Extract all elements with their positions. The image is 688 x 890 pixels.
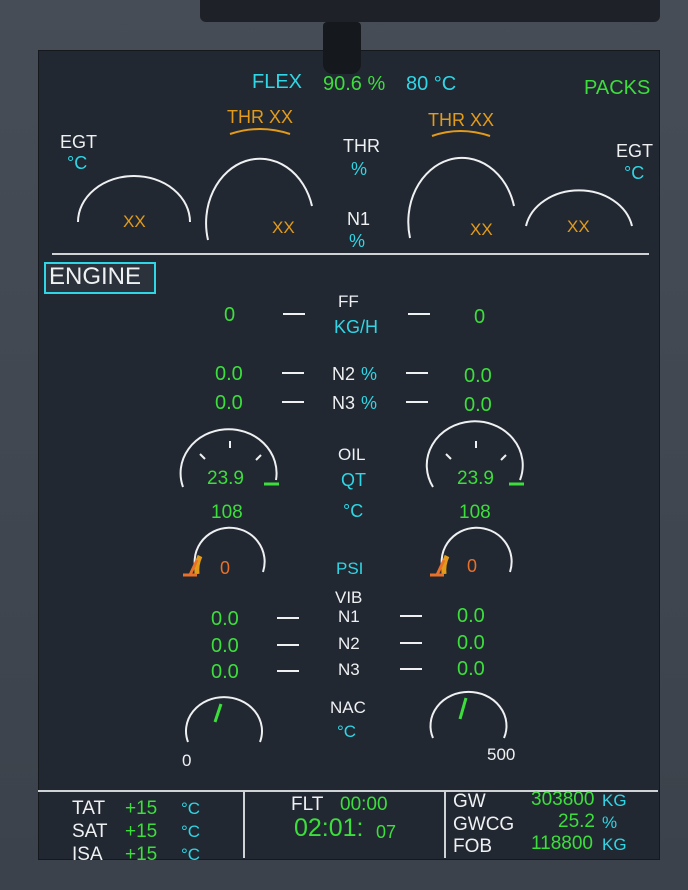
nac-scale-min: 0 xyxy=(182,751,192,770)
oil-psi-unit: PSI xyxy=(336,559,364,578)
vib-n2-left: 0.0 xyxy=(211,635,239,657)
flt-label: FLT xyxy=(291,794,324,815)
oil-temp-right: 108 xyxy=(459,502,491,523)
vib-n1-right-dash xyxy=(400,615,422,617)
vib-n2-label: N2 xyxy=(338,634,360,653)
oil-temp-left: 108 xyxy=(211,502,243,523)
footer-divider-left xyxy=(243,790,245,858)
gw-value: 303800 xyxy=(531,789,595,810)
vib-n3-right-dash xyxy=(400,668,422,670)
oil-label: OIL xyxy=(338,445,366,464)
fob-value: 118800 xyxy=(531,833,593,854)
fob-label: FOB xyxy=(453,836,493,857)
isa-unit: °C xyxy=(181,845,201,864)
oil-qty-right: 23.9 xyxy=(457,468,494,489)
sat-value: +15 xyxy=(125,821,158,842)
vib-label: VIB xyxy=(335,588,363,607)
oil-press-right: 0 xyxy=(467,556,478,576)
oil-qt-unit: QT xyxy=(341,470,366,490)
gwcg-value: 25.2 xyxy=(558,811,595,832)
oil-qty-left: 23.9 xyxy=(207,468,244,489)
vib-n3-left: 0.0 xyxy=(211,661,239,683)
isa-value: +15 xyxy=(125,844,158,865)
sat-label: SAT xyxy=(72,821,108,842)
flt-time: 00:00 xyxy=(340,794,388,815)
gw-unit: KG xyxy=(602,791,627,810)
nac-gauge-right xyxy=(429,690,508,739)
vib-n3-label: N3 xyxy=(338,660,360,679)
footer-divider-right xyxy=(444,790,446,858)
tat-label: TAT xyxy=(72,798,106,819)
tat-value: +15 xyxy=(125,798,158,819)
vib-n1-left: 0.0 xyxy=(211,608,239,630)
tat-unit: °C xyxy=(181,799,201,818)
fob-unit: KG xyxy=(602,835,627,854)
vib-n2-left-dash xyxy=(277,644,299,646)
oil-press-left: 0 xyxy=(220,558,231,578)
gw-label: GW xyxy=(453,791,486,812)
vib-n3-left-dash xyxy=(277,670,299,672)
nac-scale-max: 500 xyxy=(487,745,516,764)
utc-clock-hm: 02:01: xyxy=(294,814,364,842)
sat-unit: °C xyxy=(181,822,201,841)
nac-unit: °C xyxy=(337,722,357,741)
isa-label: ISA xyxy=(72,844,103,865)
oil-temp-unit: °C xyxy=(343,501,364,521)
gwcg-unit: % xyxy=(602,813,618,832)
vib-n2-right: 0.0 xyxy=(457,632,485,654)
vib-n2-right-dash xyxy=(400,642,422,644)
nac-label: NAC xyxy=(330,698,366,717)
gwcg-label: GWCG xyxy=(453,814,515,835)
vib-n1-label: N1 xyxy=(338,607,360,626)
vib-n1-left-dash xyxy=(277,617,299,619)
vib-n1-right: 0.0 xyxy=(457,605,485,627)
nac-gauge-left xyxy=(185,696,263,743)
utc-clock-seconds: 07 xyxy=(376,822,397,842)
vib-n3-right: 0.0 xyxy=(457,658,485,680)
